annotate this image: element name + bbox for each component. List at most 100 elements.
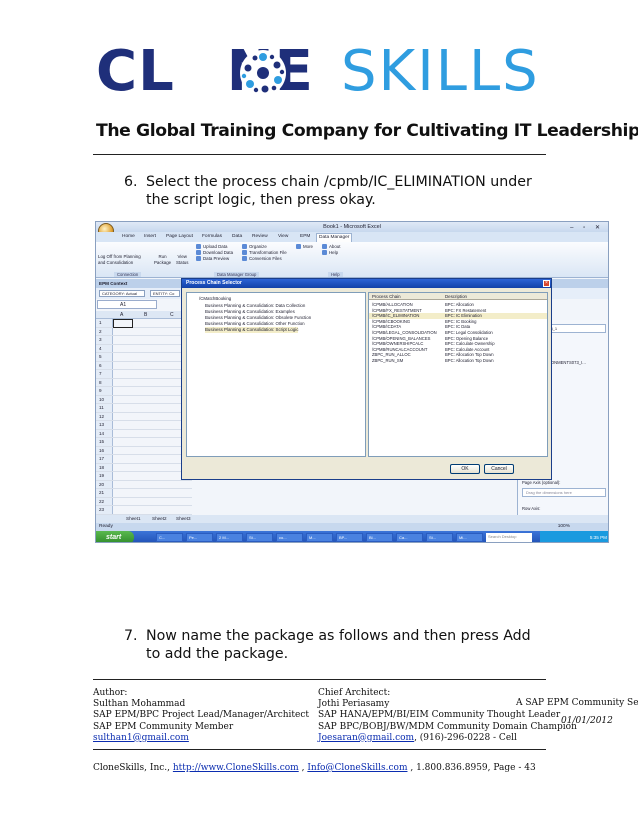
row-number: 14 [96, 429, 113, 438]
taskbar-item: 2 M... [216, 533, 243, 542]
tree-root: /CMatchBooking [199, 296, 232, 301]
page-axis-drop: Drag the dimensions here [522, 488, 606, 497]
column-headers: A B C [96, 311, 192, 319]
row-number: 4 [96, 344, 113, 353]
ribbon-group-logoff: Log Off from Planning and Consolidation [98, 254, 141, 266]
row-number: 1 [96, 319, 113, 327]
step-number: 7. [124, 628, 138, 644]
system-tray: 5:35 PM [540, 531, 608, 542]
row-number: 8 [96, 378, 113, 387]
sheet-row: 6 [96, 361, 192, 371]
sheet-row: 17 [96, 455, 192, 464]
cloneskills-logo: CLNE SKILLS [96, 40, 542, 104]
row-number: 10 [96, 395, 113, 404]
row-number: 6 [96, 361, 113, 370]
taskbar: start C... Pe... 2 M... St... co... M... BP...… [96, 531, 608, 542]
tab-epm: EPM [300, 234, 311, 239]
column-header: A [120, 312, 124, 318]
row-number: 12 [96, 412, 113, 421]
author-label: Author: [93, 688, 128, 698]
logo-o-globe-icon [240, 50, 286, 96]
sheet-row: 11 [96, 404, 192, 413]
entity-field: ENTITY: Co [150, 290, 180, 297]
row-number: 22 [96, 497, 113, 506]
step-text: Select the process chain /cpmb/IC_ELIMIN… [146, 174, 532, 208]
sheet-row: 16 [96, 446, 192, 456]
company-line: CloneSkills, Inc., http://www.CloneSkill… [93, 763, 536, 773]
cancel-button: Cancel [484, 464, 514, 474]
taskbar-item: Mi... [456, 533, 483, 542]
ribbon-label: Package [154, 260, 172, 265]
dialog-title: Process Chain Selector [182, 279, 551, 288]
tab-formulas: Formulas [202, 234, 222, 239]
preview-icon [196, 256, 201, 262]
ribbon-label: More [296, 244, 313, 250]
ribbon-footer-data-manager: Data Manager Group [214, 272, 260, 277]
footer-bottom-divider [93, 749, 546, 750]
conversion-icon [242, 256, 247, 262]
author-email-link[interactable]: sulthan1@gmail.com [93, 733, 309, 744]
tab-home: Home [122, 234, 135, 239]
ribbon-label-text: Organize [249, 244, 267, 249]
ribbon-group-help: About Help [322, 244, 340, 256]
zoom-level: 100% [557, 524, 570, 529]
document-date: 01/01/2012 [561, 716, 613, 726]
desktop-search: Search Desktop [486, 533, 532, 542]
chief-email-link[interactable]: Joesaran@gmail.com [318, 733, 414, 743]
start-button: start [96, 531, 134, 542]
header-description: Description [445, 294, 467, 299]
ribbon-label: Conversion Files [242, 256, 287, 262]
sheet-row: 5 [96, 353, 192, 362]
separator: , [301, 763, 305, 773]
ribbon-group-view-status: View Status [176, 254, 188, 266]
ribbon-footer-connection: Connection [114, 272, 142, 277]
sheet-tab: Sheet1 [126, 516, 141, 521]
taskbar-item: co... [276, 533, 303, 542]
sheet-row: 19 [96, 472, 192, 481]
row-number: 7 [96, 370, 113, 378]
ok-button: OK [450, 464, 480, 474]
tab-review: Review [252, 234, 268, 239]
ribbon-group-data: Upload Data Download Data Data Preview [196, 244, 233, 262]
sheet-row: 10 [96, 395, 192, 405]
row-number: 18 [96, 463, 113, 472]
row-number: 2 [96, 327, 113, 336]
row-number: 20 [96, 480, 113, 489]
chief-architect-block: Chief Architect: Jothi Periasamy SAP HAN… [318, 688, 577, 744]
tab-view: View [278, 234, 289, 239]
step-number: 6. [124, 174, 138, 190]
taskbar-item: M... [306, 533, 333, 542]
taskbar-item: Ca... [396, 533, 423, 542]
chief-phone: , (916)-296-0228 - Cell [414, 732, 517, 743]
sheet-row: 3 [96, 336, 192, 345]
ribbon-label-text: Download Data [203, 250, 234, 255]
chief-role-2: SAP BPC/BOBJ/BW/MDM Community Domain Cha… [318, 721, 577, 732]
row-number: 11 [96, 404, 113, 412]
taskbar-item: C... [156, 533, 183, 542]
row-number: 19 [96, 472, 113, 480]
ribbon-label: Data Preview [196, 256, 233, 262]
page-axis-label: Page Axis (optional): [522, 480, 561, 485]
sheet-row: 18 [96, 463, 192, 473]
upload-icon [196, 244, 201, 250]
logo-text-skills: SKILLS [341, 39, 540, 104]
clock: 5:35 PM [589, 535, 607, 540]
row-number: 13 [96, 421, 113, 429]
transformation-icon [242, 250, 247, 256]
website-link[interactable]: http://www.CloneSkills.com [173, 763, 299, 773]
row-axis-label: Row Axis: [522, 506, 541, 511]
row-number: 9 [96, 387, 113, 395]
chain-tree: /CMatchBooking Business Planning & Conso… [186, 292, 366, 457]
status-bar: Ready 100% [96, 523, 608, 531]
taskbar-item: Bl... [366, 533, 393, 542]
sheet-row: 20 [96, 480, 192, 490]
sheet-row: 14 [96, 429, 192, 439]
chief-role-1: SAP HANA/EPM/BI/EIM Community Thought Le… [318, 710, 561, 721]
row-number: 21 [96, 489, 113, 497]
chain-name: ZBPC_RUN_SM [372, 358, 404, 363]
step-text: Now name the package as follows and then… [146, 628, 531, 662]
ribbon-label-text: Help [329, 250, 339, 255]
row-number: 15 [96, 438, 113, 446]
info-email-link[interactable]: Info@CloneSkills.com [307, 763, 407, 773]
row-number: 16 [96, 446, 113, 455]
